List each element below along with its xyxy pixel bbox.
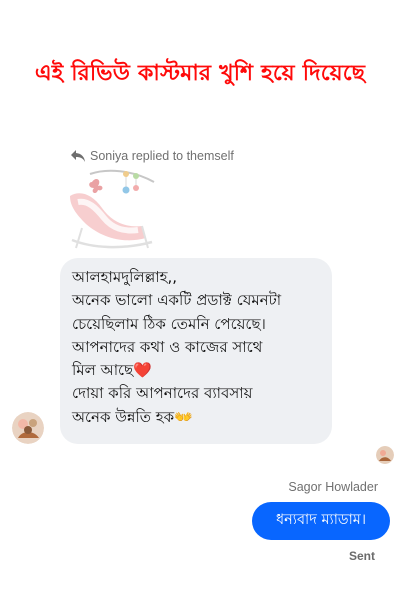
sent-status: Sent <box>348 549 375 563</box>
message-line: মিল আছে❤️ <box>72 361 152 380</box>
quoted-photo[interactable] <box>62 168 162 258</box>
seen-avatar <box>376 446 394 464</box>
message-line: চেয়েছিলাম ঠিক তেমনি পেয়েছে। <box>72 314 266 333</box>
message-line: আপনাদের কথা ও কাজের সাথে <box>72 337 263 356</box>
outgoing-message-text: ধন্যবাদ ম্যাডাম। <box>275 512 367 528</box>
outgoing-sender-name: Sagor Howlader <box>288 480 378 494</box>
message-line: আলহামদুলিল্লাহ,, <box>72 268 178 286</box>
message-line: অনেক ভালো একটি প্রডাক্ট যেমনটা <box>72 291 282 310</box>
outgoing-message-bubble[interactable]: ধন্যবাদ ম্যাডাম। <box>252 502 390 540</box>
reply-note: Soniya replied to themself <box>70 149 234 163</box>
sender-avatar[interactable] <box>12 412 44 444</box>
reply-note-text: Soniya replied to themself <box>90 149 234 163</box>
incoming-message-bubble[interactable]: আলহামদুলিল্লাহ,, অনেক ভালো একটি প্রডাক্ট… <box>60 258 332 444</box>
reply-arrow-icon <box>70 149 86 163</box>
message-line: অনেক উন্নতি হক👐 <box>72 407 193 426</box>
message-line: দোয়া করি আপনাদের ব্যাবসায় <box>72 384 253 403</box>
headline-caption: এই রিভিউ কাস্টমার খুশি হয়ে দিয়েছে <box>34 61 366 86</box>
